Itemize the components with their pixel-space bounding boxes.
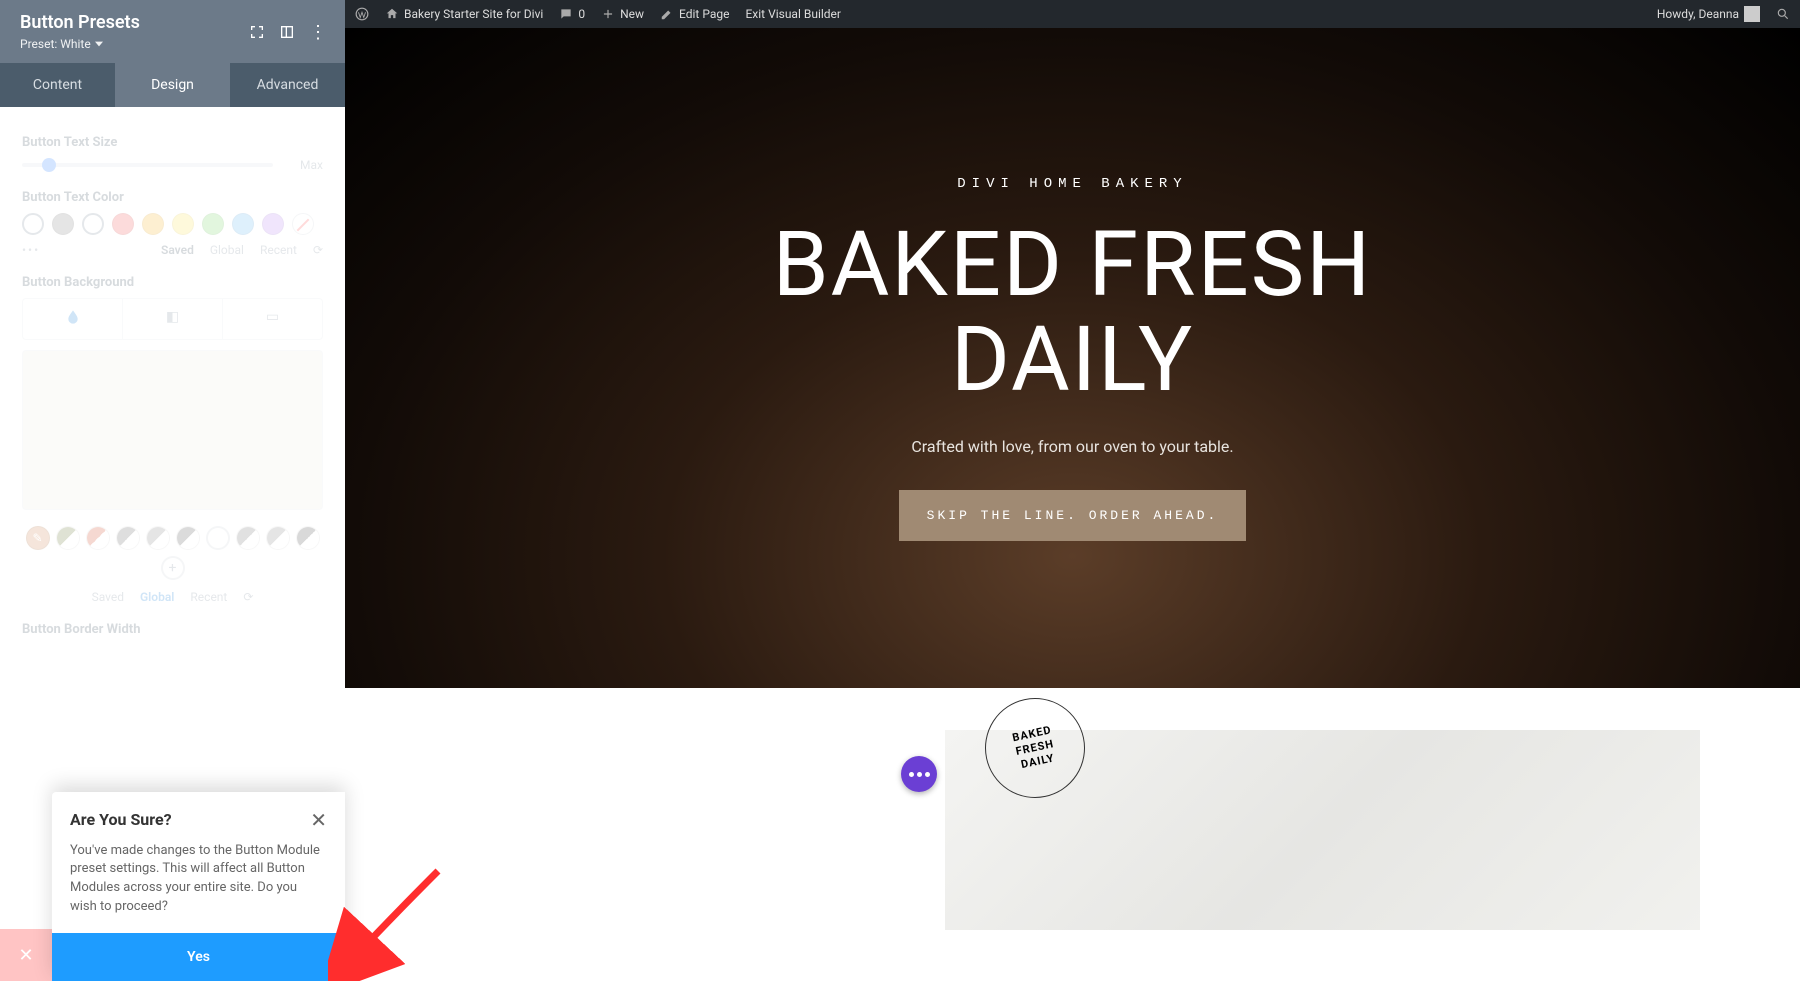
slider-max-label: Max	[283, 158, 323, 172]
home-icon	[385, 7, 399, 21]
swatch-yellow[interactable]	[172, 213, 194, 235]
background-type-tabs: ◧ ▭	[22, 298, 323, 340]
subtab-saved[interactable]: Saved	[161, 243, 194, 257]
kebab-menu-icon[interactable]: ⋮	[309, 24, 325, 40]
panel-header: Button Presets Preset: White ⋮	[0, 0, 345, 63]
bg-tab-gradient[interactable]: ◧	[123, 299, 223, 339]
bg-swatch-active[interactable]	[26, 526, 50, 550]
bg-swatch-grey4[interactable]	[236, 526, 260, 550]
wp-logo[interactable]	[355, 7, 369, 21]
refresh-icon-2[interactable]: ⟳	[243, 590, 253, 604]
bg-tab-image[interactable]: ▭	[223, 299, 322, 339]
wp-comments[interactable]: 0	[559, 7, 585, 21]
label-text-size: Button Text Size	[22, 135, 323, 150]
text-size-slider[interactable]	[22, 163, 273, 167]
discard-button[interactable]: ✕	[0, 929, 52, 981]
preview-area: Bakery Starter Site for Divi 0 New Edit …	[345, 0, 1800, 981]
confirm-close-icon[interactable]: ✕	[310, 808, 327, 832]
tab-advanced[interactable]: Advanced	[230, 63, 345, 107]
swatch-clear[interactable]	[292, 213, 314, 235]
focus-icon[interactable]	[249, 24, 265, 40]
wp-new[interactable]: New	[601, 7, 644, 21]
wp-howdy[interactable]: Howdy, Deanna	[1657, 6, 1760, 22]
bg-swatch-grey1[interactable]	[116, 526, 140, 550]
settings-panel: Button Presets Preset: White ⋮ Content D…	[0, 0, 345, 981]
wp-exit-builder[interactable]: Exit Visual Builder	[745, 7, 841, 21]
chevron-down-icon	[95, 40, 103, 48]
swatch-grey[interactable]	[52, 213, 74, 235]
subtab-recent[interactable]: Recent	[260, 243, 297, 257]
subtab2-saved[interactable]: Saved	[92, 590, 124, 604]
swatch-empty[interactable]	[82, 213, 104, 235]
confirm-dialog: Are You Sure? ✕ You've made changes to t…	[52, 792, 345, 981]
pencil-icon	[660, 7, 674, 21]
below-hero-section: BAKED FRESH DAILY	[345, 688, 1800, 981]
hero-eyebrow: DIVI HOME BAKERY	[957, 176, 1187, 192]
subtab-global[interactable]: Global	[210, 243, 244, 257]
text-color-swatches	[22, 213, 323, 235]
swatch-blue[interactable]	[232, 213, 254, 235]
label-background: Button Background	[22, 275, 323, 290]
bg-swatch-olive[interactable]	[56, 526, 80, 550]
bg-swatch-add[interactable]	[161, 556, 185, 580]
swatch-red[interactable]	[112, 213, 134, 235]
bg-swatch-grey3[interactable]	[176, 526, 200, 550]
comment-icon	[559, 7, 573, 21]
background-swatches	[22, 526, 323, 580]
swatch-orange[interactable]	[142, 213, 164, 235]
more-icon[interactable]: •••	[22, 243, 40, 257]
page-canvas[interactable]: DIVI HOME BAKERY BAKED FRESH DAILY Craft…	[345, 28, 1800, 981]
swatch-green[interactable]	[202, 213, 224, 235]
subtab2-global[interactable]: Global	[140, 590, 174, 604]
refresh-icon[interactable]: ⟳	[313, 243, 323, 257]
avatar	[1744, 6, 1760, 22]
search-icon	[1776, 7, 1790, 21]
confirm-body: You've made changes to the Button Module…	[52, 842, 345, 933]
wp-search[interactable]	[1776, 7, 1790, 21]
sidebar-toggle-icon[interactable]	[279, 24, 295, 40]
label-border-width: Button Border Width	[22, 622, 323, 637]
tab-design[interactable]: Design	[115, 63, 230, 107]
swatch-none[interactable]	[22, 213, 44, 235]
hero-subtitle: Crafted with love, from our oven to your…	[911, 437, 1233, 456]
bg-swatch-grey6[interactable]	[296, 526, 320, 550]
background-preview[interactable]	[22, 350, 323, 510]
plus-icon	[601, 7, 615, 21]
panel-tabs: Content Design Advanced	[0, 63, 345, 107]
bg-tab-color[interactable]	[23, 299, 123, 339]
builder-fab[interactable]	[901, 756, 937, 792]
bg-swatch-grey5[interactable]	[266, 526, 290, 550]
tab-content[interactable]: Content	[0, 63, 115, 107]
hero-cta-button[interactable]: SKIP THE LINE. ORDER AHEAD.	[899, 490, 1247, 541]
bg-swatch-red[interactable]	[86, 526, 110, 550]
swatch-purple[interactable]	[262, 213, 284, 235]
wp-admin-bar: Bakery Starter Site for Divi 0 New Edit …	[345, 0, 1800, 28]
bg-swatch-white[interactable]	[206, 526, 230, 550]
hero-title: BAKED FRESH DAILY	[773, 218, 1373, 409]
confirm-yes-button[interactable]: Yes	[52, 933, 345, 981]
wp-edit-page[interactable]: Edit Page	[660, 7, 729, 21]
wp-site-link[interactable]: Bakery Starter Site for Divi	[385, 7, 543, 21]
drop-icon	[65, 309, 81, 325]
bg-swatch-grey2[interactable]	[146, 526, 170, 550]
subtab2-recent[interactable]: Recent	[190, 590, 227, 604]
label-text-color: Button Text Color	[22, 190, 323, 205]
preset-dropdown[interactable]: Preset: White	[20, 37, 140, 51]
wordpress-icon	[355, 7, 369, 21]
confirm-title: Are You Sure?	[70, 810, 172, 829]
panel-title: Button Presets	[20, 12, 140, 33]
hero-section: DIVI HOME BAKERY BAKED FRESH DAILY Craft…	[345, 28, 1800, 688]
